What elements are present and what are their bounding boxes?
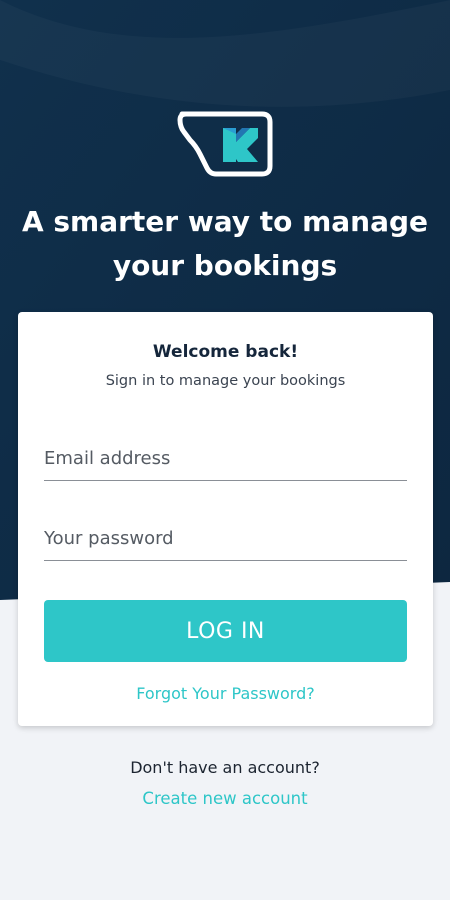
password-field[interactable] (44, 517, 407, 560)
forgot-password-link[interactable]: Forgot Your Password? (18, 684, 433, 703)
login-button[interactable]: LOG IN (44, 600, 407, 662)
card-subtitle: Sign in to manage your bookings (105, 373, 346, 389)
brand-logo-icon (177, 111, 273, 177)
login-card: Welcome back! Sign in to manage your boo… (18, 312, 433, 726)
create-account-link[interactable]: Create new account (0, 789, 450, 808)
card-title: Welcome back! (152, 342, 299, 362)
email-field-container (44, 437, 407, 481)
email-field[interactable] (44, 437, 407, 480)
headline-line-2: your bookings (112, 249, 338, 282)
password-field-container (44, 517, 407, 561)
headline: A smarter way to manage your bookings (0, 200, 450, 288)
headline-line-1: A smarter way to manage (21, 205, 429, 238)
no-account-text: Don't have an account? (130, 758, 320, 777)
